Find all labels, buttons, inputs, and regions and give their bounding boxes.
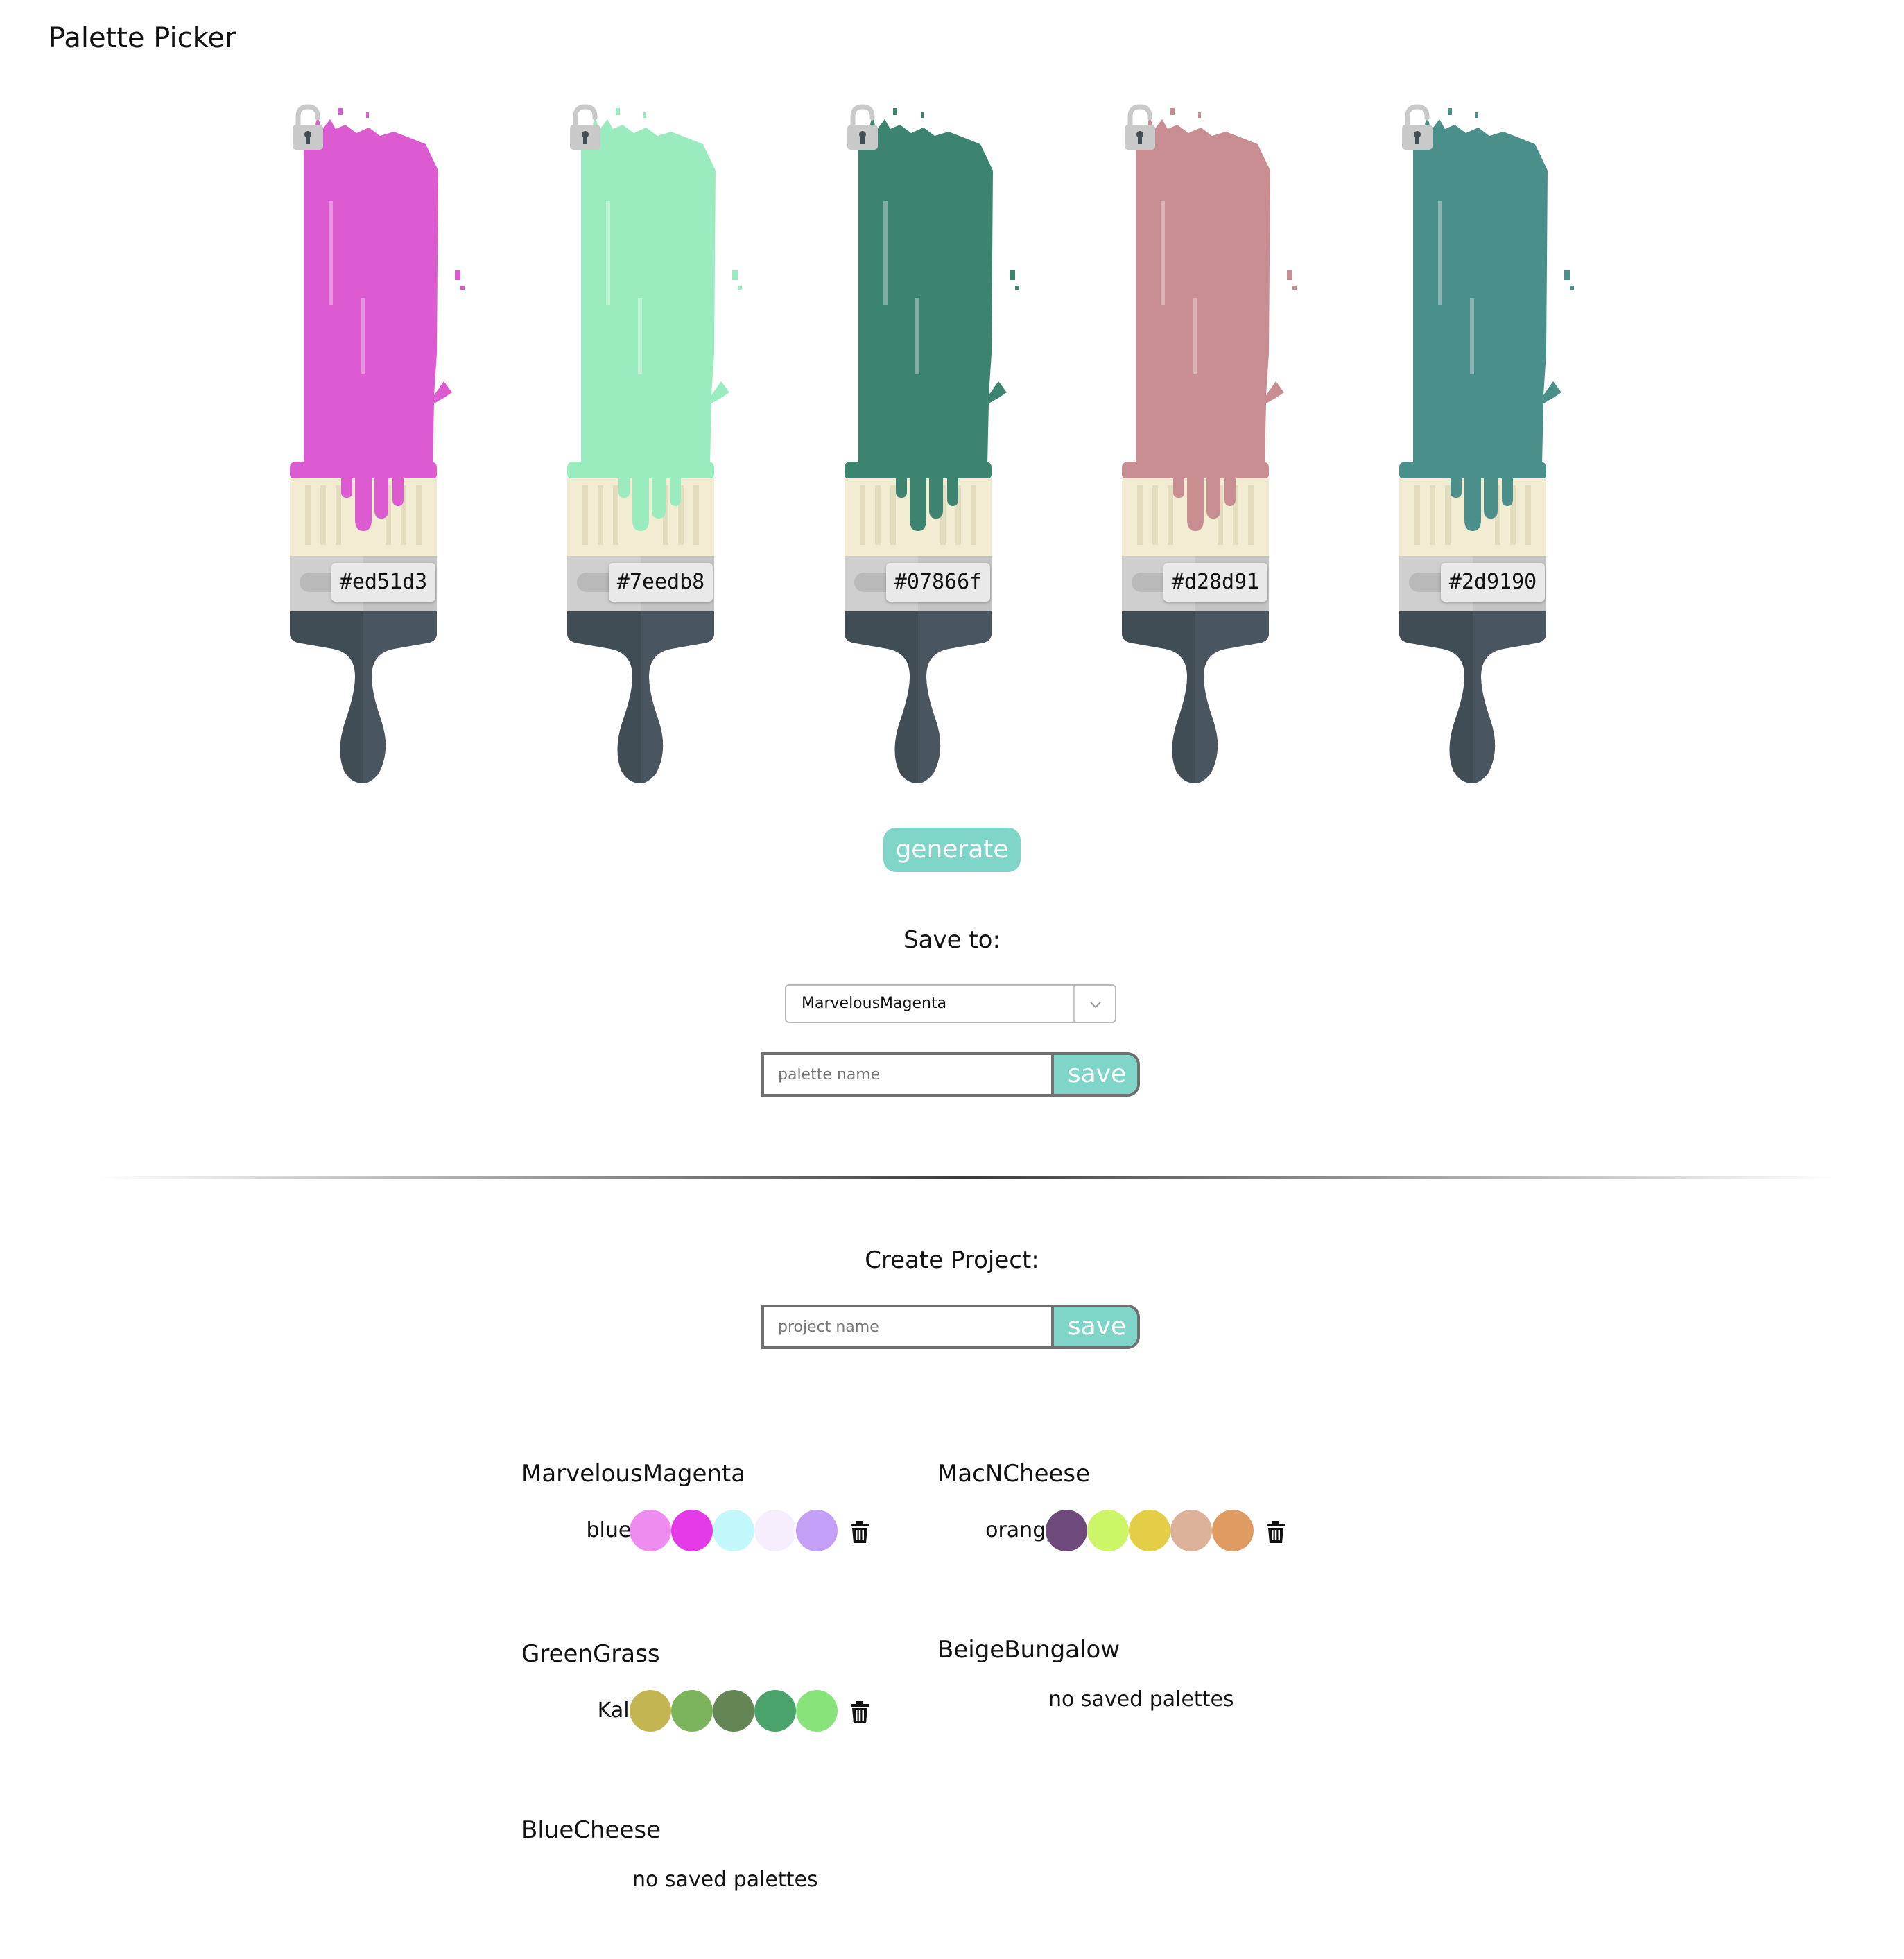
unlocked-lock-icon[interactable] [290, 104, 326, 151]
brush-illustration [1399, 108, 1574, 783]
brush-illustration [845, 108, 1019, 783]
color-swatch [796, 1510, 838, 1551]
project-name: BlueCheese [521, 1816, 661, 1844]
save-to-label: Save to: [903, 926, 1001, 954]
selected-project: MarvelousMagenta [802, 995, 947, 1012]
hex-code-label: #07866f [886, 563, 990, 602]
trash-icon[interactable] [1266, 1521, 1286, 1543]
palette-name-input[interactable] [764, 1055, 1050, 1094]
project-name-form: save [761, 1305, 1140, 1349]
palette-name-form: save [761, 1052, 1140, 1097]
no-palettes-text: no saved palettes [632, 1867, 818, 1892]
color-swatch [630, 1690, 671, 1732]
paint-brush: #07866f [845, 104, 1039, 783]
project-name: MarvelousMagenta [521, 1460, 746, 1488]
project-name: GreenGrass [521, 1640, 660, 1668]
hex-code-label: #2d9190 [1441, 563, 1545, 602]
paint-brush: #d28d91 [1122, 104, 1316, 783]
trash-icon[interactable] [850, 1521, 869, 1543]
no-palettes-text: no saved palettes [1048, 1687, 1234, 1712]
trash-icon[interactable] [850, 1701, 869, 1723]
chevron-down-icon[interactable] [1086, 995, 1105, 1012]
color-swatch [1087, 1510, 1129, 1551]
palette-row[interactable]: blues [521, 1508, 910, 1553]
hex-code-label: #ed51d3 [331, 563, 435, 602]
color-swatch [671, 1510, 713, 1551]
hex-code-label: #d28d91 [1163, 563, 1267, 602]
color-swatch [671, 1690, 713, 1732]
hex-code-label: #7eedb8 [609, 563, 713, 602]
save-project-button[interactable]: save [1051, 1307, 1137, 1346]
paint-brush: #7eedb8 [567, 104, 761, 783]
unlocked-lock-icon[interactable] [567, 104, 603, 151]
palette-brushes: #ed51d3 #7eedb8 #07866f #d28d91 #2d9190 [0, 0, 1904, 783]
unlocked-lock-icon[interactable] [1122, 104, 1158, 151]
project-name: BeigeBungalow [937, 1636, 1120, 1664]
color-swatch [713, 1510, 754, 1551]
palette-row[interactable]: orangy [937, 1508, 1326, 1553]
color-swatch [796, 1690, 838, 1732]
color-swatch [713, 1690, 754, 1732]
project-name: MacNCheese [937, 1460, 1091, 1488]
color-swatch [754, 1510, 796, 1551]
brush-illustration [290, 108, 465, 783]
paint-brush: #2d9190 [1399, 104, 1593, 783]
palette-row[interactable]: Kale [521, 1689, 910, 1733]
paint-brush: #ed51d3 [290, 104, 484, 783]
color-swatch [1212, 1510, 1254, 1551]
brush-illustration [567, 108, 742, 783]
color-swatch [1129, 1510, 1170, 1551]
project-name-input[interactable] [764, 1307, 1050, 1346]
unlocked-lock-icon[interactable] [845, 104, 881, 151]
color-swatch [1046, 1510, 1087, 1551]
color-swatch [630, 1510, 671, 1551]
brush-illustration [1122, 108, 1297, 783]
color-swatch [1170, 1510, 1212, 1551]
create-project-label: Create Project: [865, 1246, 1039, 1274]
color-swatch [754, 1690, 796, 1732]
project-select[interactable]: MarvelousMagenta [785, 984, 1116, 1023]
generate-button[interactable]: generate [883, 828, 1021, 872]
save-palette-button[interactable]: save [1051, 1055, 1137, 1094]
section-divider [97, 1176, 1835, 1179]
unlocked-lock-icon[interactable] [1399, 104, 1435, 151]
select-divider [1073, 986, 1075, 1022]
